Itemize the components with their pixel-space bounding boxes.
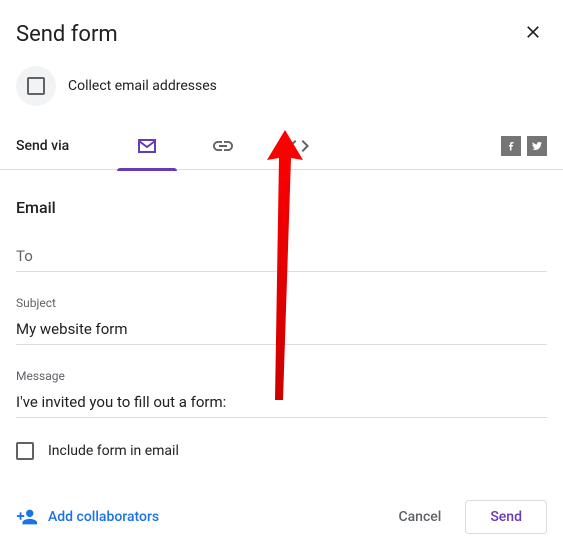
include-form-label: Include form in email: [48, 443, 179, 459]
close-icon: [523, 22, 543, 42]
collect-checkbox-wrap: [16, 66, 56, 106]
include-form-checkbox[interactable]: [16, 442, 34, 460]
tab-email[interactable]: [117, 122, 177, 170]
subject-input[interactable]: [16, 314, 547, 345]
tab-embed[interactable]: [269, 122, 329, 170]
add-collaborators-label: Add collaborators: [48, 509, 159, 525]
twitter-icon: [531, 140, 543, 152]
embed-icon: [287, 134, 311, 158]
email-section-title: Email: [16, 198, 547, 217]
message-input[interactable]: [16, 387, 547, 418]
share-twitter[interactable]: [527, 136, 547, 156]
to-input[interactable]: [16, 241, 547, 272]
send-via-label: Send via: [16, 138, 69, 154]
message-label: Message: [16, 369, 547, 383]
facebook-icon: [505, 140, 517, 152]
tab-link[interactable]: [193, 122, 253, 170]
collect-emails-label: Collect email addresses: [68, 78, 217, 94]
close-button[interactable]: [519, 18, 547, 50]
link-icon: [211, 134, 235, 158]
person-add-icon: [16, 506, 38, 528]
add-collaborators-button[interactable]: Add collaborators: [16, 506, 159, 528]
subject-label: Subject: [16, 296, 547, 310]
cancel-button[interactable]: Cancel: [382, 501, 457, 533]
share-facebook[interactable]: [501, 136, 521, 156]
send-button[interactable]: Send: [465, 500, 547, 534]
dialog-title: Send form: [16, 22, 118, 47]
collect-emails-checkbox[interactable]: [27, 77, 45, 95]
mail-icon: [135, 134, 159, 158]
